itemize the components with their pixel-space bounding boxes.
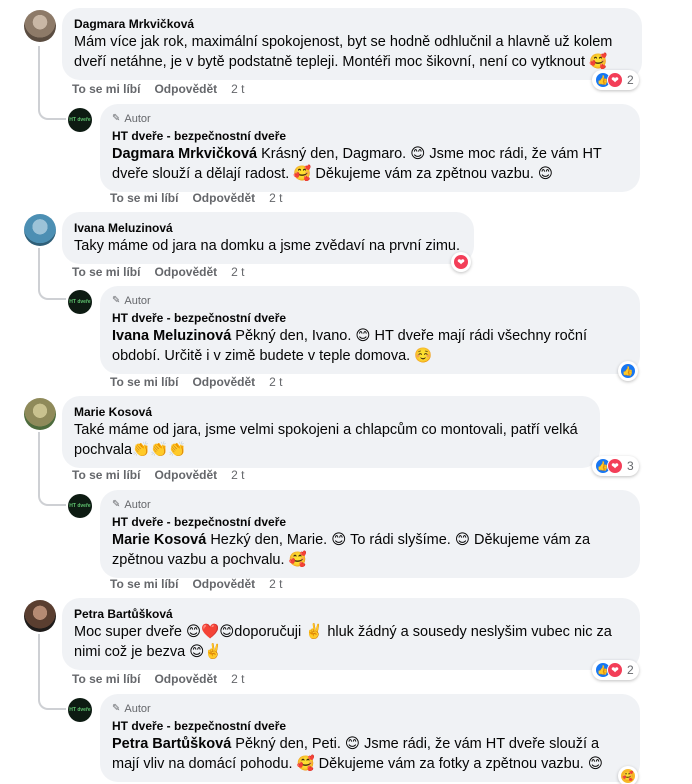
comment-actions: To se mi líbí Odpovědět 2 t	[72, 468, 244, 482]
timestamp[interactable]: 2 t	[231, 82, 244, 96]
thread-connector	[38, 634, 66, 710]
timestamp[interactable]: 2 t	[231, 468, 244, 482]
care-reaction-icon: 🥰	[620, 768, 636, 784]
commenter-avatar[interactable]	[24, 10, 56, 42]
comment-actions: To se mi líbí Odpovědět 2 t	[72, 265, 244, 279]
reply-bubble: ✎ Autor HT dveře - bezpečnostní dveře Dag…	[100, 104, 640, 192]
page-logo: HT dveře	[69, 707, 91, 713]
commenter-avatar[interactable]	[24, 214, 56, 246]
page-logo: HT dveře	[69, 117, 91, 123]
author-badge-label: Autor	[124, 113, 151, 125]
author-badge: ✎ Autor	[112, 498, 628, 512]
author-badge-label: Autor	[124, 499, 151, 511]
pen-icon: ✎	[112, 295, 121, 306]
love-reaction-icon: ❤	[607, 458, 623, 474]
reply-author[interactable]: HT dveře - bezpečnostní dveře	[112, 128, 628, 144]
page-avatar[interactable]: HT dveře	[68, 494, 92, 518]
page-avatar[interactable]: HT dveře	[68, 290, 92, 314]
author-badge-label: Autor	[124, 295, 151, 307]
reply-button[interactable]: Odpovědět	[192, 577, 255, 591]
like-button[interactable]: To se mi líbí	[110, 375, 178, 389]
reply-text: Dagmara Mrkvičková Krásný den, Dagmaro. …	[112, 144, 628, 184]
reply-author[interactable]: HT dveře - bezpečnostní dveře	[112, 718, 628, 734]
pen-icon: ✎	[112, 113, 121, 124]
reply-button[interactable]: Odpovědět	[154, 265, 217, 279]
reply-button[interactable]: Odpovědět	[154, 82, 217, 96]
like-reaction-icon: 👍	[620, 363, 636, 379]
page-avatar[interactable]: HT dveře	[68, 108, 92, 132]
reply-mention[interactable]: Petra Bartůšková	[112, 736, 231, 752]
author-badge-label: Autor	[124, 703, 151, 715]
reply-actions: To se mi líbí Odpovědět 2 t	[110, 191, 282, 205]
comment-bubble: Petra Bartůšková Moc super dveře 😊❤️😊dop…	[62, 598, 640, 670]
thread-connector	[38, 248, 66, 300]
comment-text: Také máme od jara, jsme velmi spokojeni …	[74, 422, 578, 458]
comment-author[interactable]: Dagmara Mrkvičková	[74, 16, 630, 32]
comment-text: Moc super dveře 😊❤️😊doporučuji ✌️ hluk ž…	[74, 624, 612, 660]
pen-icon: ✎	[112, 703, 121, 714]
comment-text: Taky máme od jara na domku a jsme zvědav…	[74, 238, 461, 254]
reaction-summary[interactable]: 👍 ❤ 2	[592, 660, 639, 680]
timestamp[interactable]: 2 t	[231, 265, 244, 279]
reply-mention[interactable]: Ivana Meluzinová	[112, 328, 231, 344]
timestamp[interactable]: 2 t	[269, 577, 282, 591]
commenter-avatar[interactable]	[24, 398, 56, 430]
reply-mention[interactable]: Dagmara Mrkvičková	[112, 146, 257, 162]
page-avatar[interactable]: HT dveře	[68, 698, 92, 722]
reply-bubble: ✎ Autor HT dveře - bezpečnostní dveře Mar…	[100, 490, 640, 578]
comment-author[interactable]: Marie Kosová	[74, 404, 588, 420]
reply-button[interactable]: Odpovědět	[192, 375, 255, 389]
comment-text: Mám více jak rok, maximální spokojenost,…	[74, 34, 613, 70]
reaction-count: 2	[627, 73, 634, 87]
love-reaction-icon: ❤	[607, 662, 623, 678]
love-reaction-icon: ❤	[607, 72, 623, 88]
author-badge: ✎ Autor	[112, 112, 628, 126]
reply-button[interactable]: Odpovědět	[192, 191, 255, 205]
like-button[interactable]: To se mi líbí	[72, 468, 140, 482]
page-logo: HT dveře	[69, 299, 91, 305]
commenter-avatar[interactable]	[24, 600, 56, 632]
reply-button[interactable]: Odpovědět	[154, 468, 217, 482]
love-reaction-icon: ❤	[453, 254, 469, 270]
like-button[interactable]: To se mi líbí	[72, 672, 140, 686]
timestamp[interactable]: 2 t	[231, 672, 244, 686]
reaction-summary[interactable]: 👍 ❤ 3	[592, 456, 639, 476]
comment-actions: To se mi líbí Odpovědět 2 t	[72, 82, 244, 96]
thread-connector	[38, 46, 66, 120]
reply-author[interactable]: HT dveře - bezpečnostní dveře	[112, 514, 628, 530]
like-button[interactable]: To se mi líbí	[110, 191, 178, 205]
reply-text: Petra Bartůšková Pěkný den, Peti. 😊 Jsme…	[112, 734, 628, 774]
reply-actions: To se mi líbí Odpovědět 2 t	[110, 577, 282, 591]
reply-text: Marie Kosová Hezký den, Marie. 😊 To rádi…	[112, 530, 628, 570]
reaction-count: 3	[627, 459, 634, 473]
reaction-summary[interactable]: 👍	[618, 361, 638, 381]
like-button[interactable]: To se mi líbí	[72, 265, 140, 279]
author-badge: ✎ Autor	[112, 294, 628, 308]
timestamp[interactable]: 2 t	[269, 375, 282, 389]
thread-connector	[38, 432, 66, 506]
page-logo: HT dveře	[69, 503, 91, 509]
reply-mention[interactable]: Marie Kosová	[112, 532, 206, 548]
like-button[interactable]: To se mi líbí	[72, 82, 140, 96]
reaction-summary[interactable]: ❤	[451, 252, 471, 272]
comment-bubble: Ivana Meluzinová Taky máme od jara na do…	[62, 212, 474, 264]
reply-actions: To se mi líbí Odpovědět 2 t	[110, 375, 282, 389]
timestamp[interactable]: 2 t	[269, 191, 282, 205]
author-badge: ✎ Autor	[112, 702, 628, 716]
reaction-summary[interactable]: 🥰	[618, 766, 638, 784]
comment-bubble: Marie Kosová Také máme od jara, jsme vel…	[62, 396, 600, 468]
reply-author[interactable]: HT dveře - bezpečnostní dveře	[112, 310, 628, 326]
comment-author[interactable]: Ivana Meluzinová	[74, 220, 462, 236]
reaction-count: 2	[627, 663, 634, 677]
like-button[interactable]: To se mi líbí	[110, 577, 178, 591]
comment-bubble: Dagmara Mrkvičková Mám více jak rok, max…	[62, 8, 642, 80]
pen-icon: ✎	[112, 499, 121, 510]
reply-bubble: ✎ Autor HT dveře - bezpečnostní dveře Pet…	[100, 694, 640, 782]
reply-button[interactable]: Odpovědět	[154, 672, 217, 686]
reply-text: Ivana Meluzinová Pěkný den, Ivano. 😊 HT …	[112, 326, 628, 366]
comment-author[interactable]: Petra Bartůšková	[74, 606, 628, 622]
reaction-summary[interactable]: 👍 ❤ 2	[592, 70, 639, 90]
comment-actions: To se mi líbí Odpovědět 2 t	[72, 672, 244, 686]
reply-bubble: ✎ Autor HT dveře - bezpečnostní dveře Iva…	[100, 286, 640, 374]
